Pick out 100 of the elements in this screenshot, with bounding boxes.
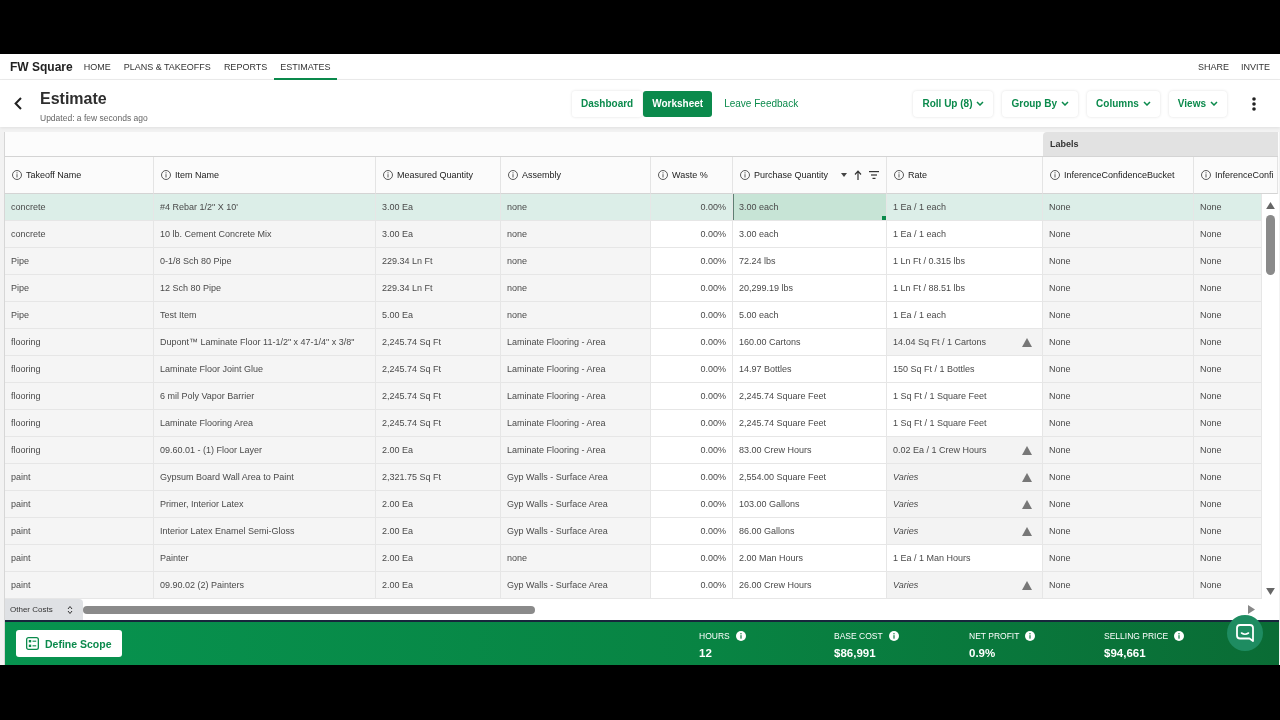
table-cell: None (1043, 383, 1194, 410)
info-icon[interactable] (508, 170, 518, 180)
table-row[interactable]: concrete #4 Rebar 1/2" X 10' 3.00 Ea none 0.00% 3.00 each 1 Ea / 1 each None None (5, 194, 1262, 221)
table-row[interactable]: paint Interior Latex Enamel Semi-Gloss 2.00 Ea Gyp Walls - Surface Area 0.00% 86.00 Gallons Varies None None (5, 518, 1262, 545)
nav-link[interactable]: INVITE (1241, 61, 1270, 72)
filter-icon[interactable] (869, 171, 879, 179)
table-row[interactable]: paint 09.90.02 (2) Painters 2.00 Ea Gyp Walls - Surface Area 0.00% 26.00 Crew Hours Varies None None (5, 572, 1262, 599)
triangle-up-icon[interactable] (1265, 202, 1275, 209)
table-cell: concrete (5, 194, 154, 221)
info-icon[interactable] (740, 170, 750, 180)
table-cell: Gypsum Board Wall Area to Paint (154, 464, 376, 491)
scrollbar-thumb[interactable] (83, 605, 535, 614)
table-row[interactable]: flooring 6 mil Poly Vapor Barrier 2,245.74 Sq Ft Laminate Flooring - Area 0.00% 2,245.74 Square Feet 1 Sq Ft / 1 Square Feet None None (5, 383, 1262, 410)
triangle-icon[interactable] (1022, 526, 1032, 536)
triangle-icon[interactable] (1022, 580, 1032, 590)
dropdown-button[interactable]: Views (1168, 90, 1227, 117)
table-cell: None (1194, 302, 1262, 329)
info-icon[interactable] (658, 170, 668, 180)
table-cell[interactable]: 2,245.74 Square Feet (733, 383, 887, 410)
table-cell[interactable]: 3.00 each (733, 221, 887, 248)
info-icon[interactable] (12, 170, 22, 180)
cell-text: 3.00 each (739, 202, 779, 212)
info-icon[interactable] (161, 170, 171, 180)
table-cell: 0.00% (651, 518, 733, 545)
table-row[interactable]: paint Gypsum Board Wall Area to Paint 2,321.75 Sq Ft Gyp Walls - Surface Area 0.00% 2,554.00 Square Feet Varies None None (5, 464, 1262, 491)
define-scope-button[interactable]: Define Scope (16, 630, 122, 657)
table-row[interactable]: flooring Laminate Flooring Area 2,245.74 Sq Ft Laminate Flooring - Area 0.00% 2,245.74 Square Feet 1 Sq Ft / 1 Square Feet None None (5, 410, 1262, 437)
table-cell[interactable]: 83.00 Crew Hours (733, 437, 887, 464)
view-tab[interactable]: Worksheet (643, 90, 713, 117)
triangle-icon[interactable] (1022, 472, 1032, 482)
table-cell: None (1043, 464, 1194, 491)
feedback-link[interactable]: Leave Feedback (724, 98, 799, 109)
table-cell: 0.00% (651, 248, 733, 275)
table-cell[interactable]: 2.00 Man Hours (733, 545, 887, 572)
table-cell: Gyp Walls - Surface Area (501, 572, 651, 599)
table-row[interactable]: Pipe 0-1/8 Sch 80 Pipe 229.34 Ln Ft none 0.00% 72.24 lbs 1 Ln Ft / 0.315 lbs None None (5, 248, 1262, 275)
table-row[interactable]: flooring Laminate Floor Joint Glue 2,245.74 Sq Ft Laminate Flooring - Area 0.00% 14.97 Bottles 150 Sq Ft / 1 Bottles None None (5, 356, 1262, 383)
brand-link[interactable]: FW Square (10, 59, 73, 74)
caret-down-icon[interactable] (841, 173, 847, 177)
fill-handle[interactable] (882, 216, 886, 220)
table-cell[interactable]: 86.00 Gallons (733, 518, 887, 545)
table-cell[interactable]: 5.00 each (733, 302, 887, 329)
info-icon[interactable] (1174, 630, 1185, 641)
table-cell[interactable]: 2,245.74 Square Feet (733, 410, 887, 437)
chevron-left-icon[interactable] (14, 97, 22, 110)
triangle-down-icon[interactable] (1265, 588, 1275, 595)
table-cell: Dupont™ Laminate Floor 11-1/2" x 47-1/4" x 3/8" (154, 329, 376, 356)
table-cell: Painter (154, 545, 376, 572)
arrow-up-icon[interactable] (854, 170, 862, 180)
table-cell[interactable]: 2,554.00 Square Feet (733, 464, 887, 491)
cell-text: 2,245.74 Square Feet (739, 418, 827, 428)
table-cell: 2,245.74 Sq Ft (376, 329, 501, 356)
table-row[interactable]: concrete 10 lb. Cement Concrete Mix 3.00 Ea none 0.00% 3.00 each 1 Ea / 1 each None None (5, 221, 1262, 248)
table-cell[interactable]: 72.24 lbs (733, 248, 887, 275)
more-options-icon[interactable] (1252, 96, 1256, 111)
triangle-right-icon[interactable] (1248, 605, 1255, 614)
nav-tab[interactable]: PLANS & TAKEOFFS (117, 54, 217, 80)
info-icon[interactable] (735, 630, 746, 641)
table-row[interactable]: Pipe Test Item 5.00 Ea none 0.00% 5.00 each 1 Ea / 1 each None None (5, 302, 1262, 329)
table-cell[interactable]: 26.00 Crew Hours (733, 572, 887, 599)
dropdown-button[interactable]: Group By (1002, 90, 1079, 117)
cell-text: 2,245.74 Square Feet (739, 391, 827, 401)
cost-type-select[interactable]: Other Costs (5, 599, 83, 620)
info-icon[interactable] (1201, 170, 1211, 180)
table-row[interactable]: Pipe 12 Sch 80 Pipe 229.34 Ln Ft none 0.00% 20,299.19 lbs 1 Ln Ft / 88.51 lbs None None (5, 275, 1262, 302)
table-cell: None (1194, 275, 1262, 302)
info-icon[interactable] (1025, 630, 1036, 641)
cell-text: Varies (893, 471, 919, 484)
dropdown-button[interactable]: Roll Up (8) (913, 90, 994, 117)
table-cell[interactable]: 103.00 Gallons (733, 491, 887, 518)
table-cell[interactable]: 3.00 each (733, 194, 887, 221)
table-row[interactable]: paint Primer, Interior Latex 2.00 Ea Gyp Walls - Surface Area 0.00% 103.00 Gallons Varies None None (5, 491, 1262, 518)
table-cell[interactable]: 160.00 Cartons (733, 329, 887, 356)
table-row[interactable]: flooring Dupont™ Laminate Floor 11-1/2" x 47-1/4" x 3/8" 2,245.74 Sq Ft Laminate Flooring - Area 0.00% 160.00 Cartons 14.04 Sq Ft / 1 Cartons None None (5, 329, 1262, 356)
cell-text: Varies (893, 498, 919, 511)
table-cell[interactable]: 14.97 Bottles (733, 356, 887, 383)
table-cell: None (1194, 356, 1262, 383)
cell-text: 26.00 Crew Hours (739, 580, 812, 590)
info-icon[interactable] (894, 170, 904, 180)
nav-link[interactable]: SHARE (1197, 61, 1229, 72)
table-cell: flooring (5, 410, 154, 437)
triangle-icon[interactable] (1022, 445, 1032, 455)
dropdown-button[interactable]: Columns (1087, 90, 1160, 117)
table-cell[interactable]: 20,299.19 lbs (733, 275, 887, 302)
scrollbar-thumb[interactable] (1265, 215, 1275, 275)
table-row[interactable]: flooring 09.60.01 - (1) Floor Layer 2.00 Ea Laminate Flooring - Area 0.00% 83.00 Crew Hours 0.02 Ea / 1 Crew Hours None None (5, 437, 1262, 464)
info-icon[interactable] (1050, 170, 1060, 180)
info-icon[interactable] (383, 170, 393, 180)
table-cell: None (1043, 275, 1194, 302)
view-tab[interactable]: Dashboard (572, 90, 643, 117)
nav-tab[interactable]: REPORTS (217, 54, 274, 80)
info-icon[interactable] (888, 630, 899, 641)
nav-tab[interactable]: HOME (77, 54, 117, 80)
stat-label: HOURS (699, 630, 730, 641)
table-cell: Pipe (5, 248, 154, 275)
triangle-icon[interactable] (1022, 337, 1032, 347)
triangle-icon[interactable] (1022, 499, 1032, 509)
chat-icon[interactable] (1227, 615, 1263, 651)
table-row[interactable]: paint Painter 2.00 Ea none 0.00% 2.00 Man Hours 1 Ea / 1 Man Hours None None (5, 545, 1262, 572)
up-down-caret-icon (67, 604, 73, 615)
